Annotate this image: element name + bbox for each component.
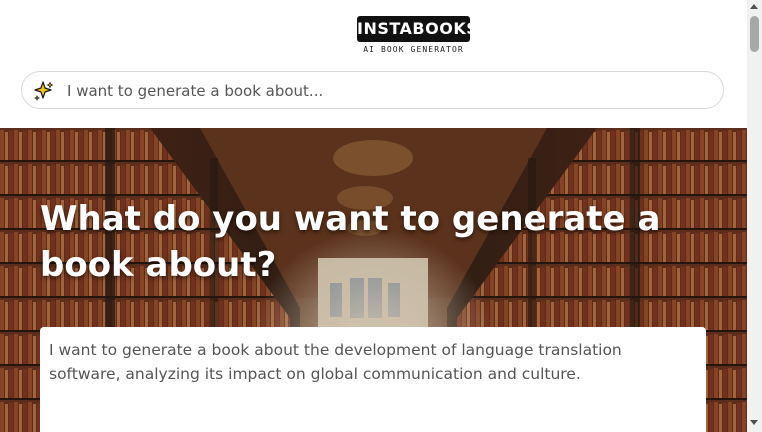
header: INSTABOOKS AI BOOK GENERATOR [0, 0, 747, 128]
search-input[interactable] [65, 72, 709, 110]
logo[interactable]: INSTABOOKS AI BOOK GENERATOR [357, 16, 478, 54]
hero-section: What do you want to generate a book abou… [0, 128, 747, 432]
scrollbar[interactable] [747, 0, 762, 432]
book-prompt-textarea[interactable]: I want to generate a book about the deve… [40, 327, 706, 432]
search-bar[interactable] [21, 71, 724, 110]
scrollbar-thumb[interactable] [750, 16, 759, 52]
scroll-up-arrow-icon[interactable] [750, 4, 758, 9]
logo-text: INSTABOOKS [357, 16, 478, 42]
hero-title: What do you want to generate a book abou… [40, 199, 661, 285]
page: INSTABOOKS AI BOOK GENERATOR I want to g… [0, 0, 747, 432]
scroll-down-arrow-icon[interactable] [750, 420, 758, 425]
logo-subtitle: AI BOOK GENERATOR [363, 45, 464, 54]
sparkle-icon [33, 81, 54, 102]
